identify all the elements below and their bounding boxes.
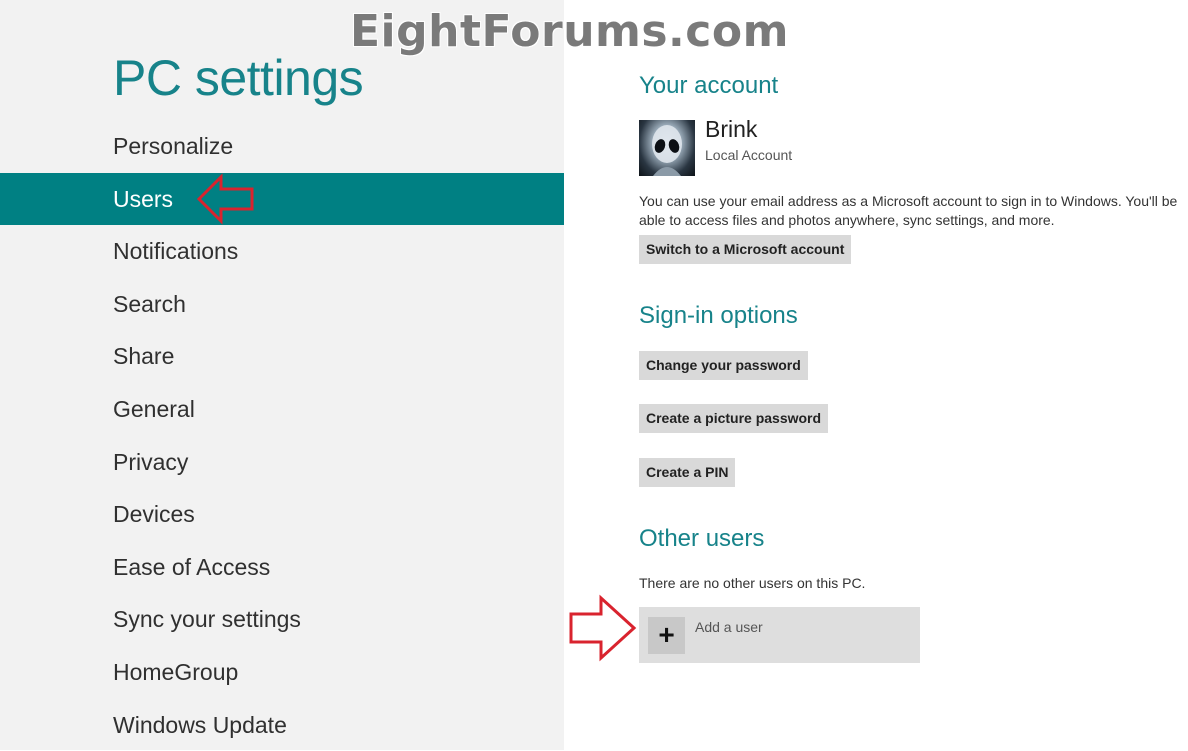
nav-item-general[interactable]: General <box>0 383 564 436</box>
nav-item-personalize[interactable]: Personalize <box>0 120 564 173</box>
other-users-heading: Other users <box>639 525 765 552</box>
your-account-heading: Your account <box>639 72 779 99</box>
user-name: Brink <box>705 116 758 142</box>
change-password-button[interactable]: Change your password <box>639 351 808 380</box>
watermark: EightForums.com <box>350 6 789 57</box>
add-user-button[interactable]: + Add a user <box>639 607 920 663</box>
nav-item-label: Users <box>113 185 174 212</box>
account-description: You can use your email address as a Micr… <box>639 193 1178 228</box>
nav-item-notifications[interactable]: Notifications <box>0 225 564 278</box>
picture-password-button[interactable]: Create a picture password <box>639 404 829 433</box>
settings-nav: Personalize Users Notifications Search S… <box>0 120 564 751</box>
settings-sidebar: PC settings Personalize Users Notificati… <box>0 0 564 750</box>
nav-item-share[interactable]: Share <box>0 330 564 383</box>
nav-item-users[interactable]: Users <box>0 172 564 226</box>
no-users-text: There are no other users on this PC. <box>639 575 866 591</box>
add-user-label: Add a user <box>695 619 763 635</box>
plus-icon: + <box>648 617 685 654</box>
nav-item-privacy[interactable]: Privacy <box>0 436 564 489</box>
nav-item-search[interactable]: Search <box>0 278 564 331</box>
alien-avatar-icon <box>652 125 682 176</box>
nav-item-homegroup[interactable]: HomeGroup <box>0 646 564 699</box>
nav-item-devices[interactable]: Devices <box>0 488 564 541</box>
annotation-arrow-left-icon <box>196 172 254 225</box>
avatar[interactable] <box>639 120 695 176</box>
sign-in-options-heading: Sign-in options <box>639 302 798 329</box>
nav-item-windows-update[interactable]: Windows Update <box>0 699 564 751</box>
nav-item-ease-of-access[interactable]: Ease of Access <box>0 541 564 594</box>
page-title: PC settings <box>113 50 364 106</box>
nav-item-sync-settings[interactable]: Sync your settings <box>0 593 564 646</box>
switch-microsoft-account-button[interactable]: Switch to a Microsoft account <box>639 235 852 264</box>
account-type: Local Account <box>705 147 793 163</box>
create-pin-button[interactable]: Create a PIN <box>639 458 736 487</box>
annotation-arrow-right-icon <box>569 594 637 662</box>
